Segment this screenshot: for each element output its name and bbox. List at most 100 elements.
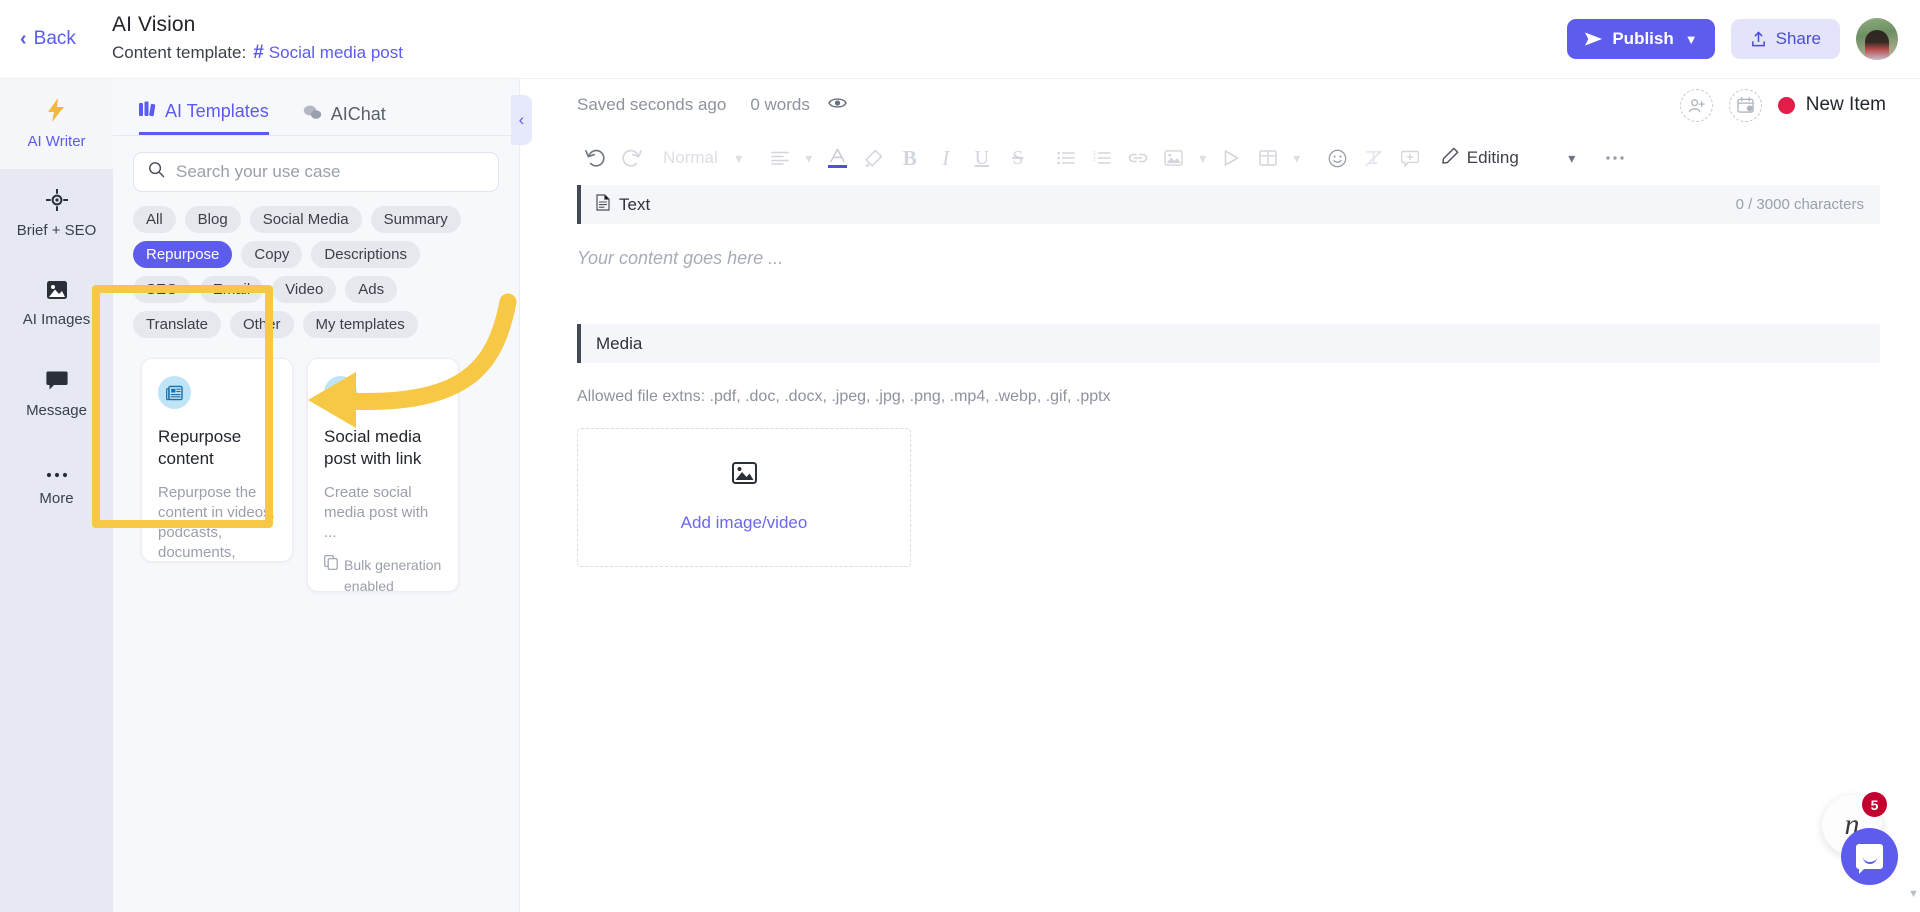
- rail-item-label: AI Images: [22, 311, 91, 328]
- search-icon: [148, 161, 165, 183]
- chip-summary[interactable]: Summary: [370, 206, 461, 233]
- content-template-row: Content template: # Social media post: [112, 40, 403, 66]
- template-card-repurpose-content[interactable]: Repurpose content Repurpose the content …: [141, 358, 293, 562]
- chip-descriptions[interactable]: Descriptions: [311, 241, 420, 268]
- target-icon: [45, 188, 68, 215]
- chat-smile-icon: [1856, 844, 1883, 869]
- clear-formatting-icon[interactable]: [1356, 140, 1392, 176]
- calendar-add-icon[interactable]: [1728, 88, 1762, 122]
- hash-icon: #: [324, 376, 357, 409]
- emoji-icon[interactable]: [1320, 140, 1356, 176]
- share-button[interactable]: Share: [1730, 19, 1840, 59]
- tab-aichat[interactable]: AIChat: [303, 104, 386, 135]
- editing-mode-button[interactable]: Editing: [1442, 147, 1519, 169]
- chevron-down-icon[interactable]: ▾: [798, 140, 820, 176]
- scroll-down-indicator[interactable]: ▼: [1908, 888, 1919, 900]
- underline-icon[interactable]: U: [964, 140, 1000, 176]
- rail-item-ai-writer[interactable]: AI Writer: [0, 79, 113, 169]
- document-icon: [596, 193, 610, 216]
- template-cards: Repurpose content Repurpose the content …: [113, 338, 519, 594]
- play-icon[interactable]: [1214, 140, 1250, 176]
- align-left-icon[interactable]: [762, 140, 798, 176]
- publish-label: Publish: [1612, 29, 1674, 48]
- templates-grid-icon: [139, 101, 156, 122]
- rail-item-ai-images[interactable]: AI Images: [0, 259, 113, 349]
- image-icon: [46, 280, 68, 304]
- rail-item-message[interactable]: Message: [0, 349, 113, 439]
- chip-ads[interactable]: Ads: [345, 276, 398, 303]
- chip-video[interactable]: Video: [272, 276, 337, 303]
- content-template-name: Social media post: [268, 43, 403, 62]
- chip-copy[interactable]: Copy: [241, 241, 303, 268]
- search-box[interactable]: [133, 152, 499, 192]
- status-badge[interactable]: New Item: [1777, 94, 1886, 116]
- template-card-social-media-post-with-link[interactable]: # Social media post with link Create soc…: [307, 358, 459, 594]
- chip-seo[interactable]: SEO: [133, 276, 191, 303]
- publish-button[interactable]: Publish ▼: [1567, 19, 1715, 59]
- send-icon: [1585, 32, 1603, 46]
- status-label: New Item: [1805, 94, 1886, 115]
- rail-item-label: Brief + SEO: [16, 222, 97, 239]
- chip-other[interactable]: Other: [229, 311, 294, 338]
- editor-pane: Saved seconds ago 0 words New Item Norma…: [520, 79, 1920, 912]
- bullet-list-icon[interactable]: [1048, 140, 1084, 176]
- rail-item-label: More: [39, 490, 74, 507]
- add-user-icon[interactable]: [1679, 88, 1713, 122]
- paragraph-style-select[interactable]: Normal: [649, 148, 728, 168]
- text-section-label: Text: [619, 194, 651, 214]
- chevron-down-icon: ▼: [1684, 31, 1698, 47]
- redo-icon[interactable]: [613, 140, 649, 176]
- chip-translate[interactable]: Translate: [133, 311, 221, 338]
- tab-label: AIChat: [330, 104, 386, 124]
- chip-blog[interactable]: Blog: [184, 206, 241, 233]
- avatar[interactable]: [1856, 18, 1898, 60]
- rail-item-more[interactable]: More: [0, 439, 113, 529]
- saved-status: Saved seconds ago: [577, 95, 727, 114]
- collapse-panel-button[interactable]: ‹: [511, 95, 532, 145]
- numbered-list-icon[interactable]: 1 2: [1084, 140, 1120, 176]
- search-input[interactable]: [176, 162, 484, 182]
- content-template-link[interactable]: # Social media post: [253, 40, 403, 66]
- chip-all[interactable]: All: [133, 206, 176, 233]
- highlighter-icon[interactable]: [856, 140, 892, 176]
- content-input[interactable]: Your content goes here ...: [577, 248, 1920, 269]
- chip-email[interactable]: Email: [199, 276, 264, 303]
- bold-icon[interactable]: B: [892, 140, 928, 176]
- rail-item-brief-seo[interactable]: Brief + SEO: [0, 169, 113, 259]
- tab-ai-templates[interactable]: AI Templates: [139, 101, 269, 135]
- strikethrough-icon[interactable]: S: [1000, 140, 1036, 176]
- chip-repurpose[interactable]: Repurpose: [133, 241, 233, 268]
- chip-my-templates[interactable]: My templates: [302, 311, 418, 338]
- content-template-label: Content template:: [112, 43, 247, 62]
- newspaper-icon: [158, 376, 191, 409]
- ellipsis-icon[interactable]: [1597, 140, 1633, 176]
- eye-icon[interactable]: [828, 96, 847, 115]
- text-color-icon[interactable]: [820, 140, 856, 176]
- copy-icon: [324, 555, 338, 597]
- image-icon[interactable]: [1156, 140, 1192, 176]
- top-bar: ‹ Back AI Vision Content template: # Soc…: [0, 0, 1920, 79]
- chat-launcher-button[interactable]: [1841, 828, 1898, 885]
- editing-mode-label: Editing: [1466, 148, 1519, 167]
- template-card-description: Create social media post with ...: [324, 484, 429, 541]
- link-icon[interactable]: [1120, 140, 1156, 176]
- media-section-label: Media: [596, 333, 643, 353]
- bulk-label: Bulk generation enabled: [344, 557, 442, 594]
- chevron-down-icon[interactable]: ▾: [1561, 140, 1583, 176]
- chevron-left-icon: ‹: [20, 28, 27, 50]
- add-comment-icon[interactable]: [1392, 140, 1428, 176]
- media-dropzone[interactable]: Add image/video: [577, 428, 911, 567]
- back-button[interactable]: ‹ Back: [20, 28, 112, 50]
- chevron-down-icon[interactable]: ▾: [728, 140, 750, 176]
- chevron-down-icon[interactable]: ▾: [1286, 140, 1308, 176]
- rail-item-label: AI Writer: [27, 133, 86, 150]
- chip-social-media[interactable]: Social Media: [249, 206, 362, 233]
- image-icon: [731, 462, 757, 491]
- tab-label: AI Templates: [165, 101, 269, 121]
- italic-icon[interactable]: I: [928, 140, 964, 176]
- media-section-header: Media: [577, 324, 1880, 363]
- chevron-down-icon[interactable]: ▾: [1192, 140, 1214, 176]
- back-label: Back: [33, 28, 76, 49]
- table-icon[interactable]: [1250, 140, 1286, 176]
- undo-icon[interactable]: [577, 140, 613, 176]
